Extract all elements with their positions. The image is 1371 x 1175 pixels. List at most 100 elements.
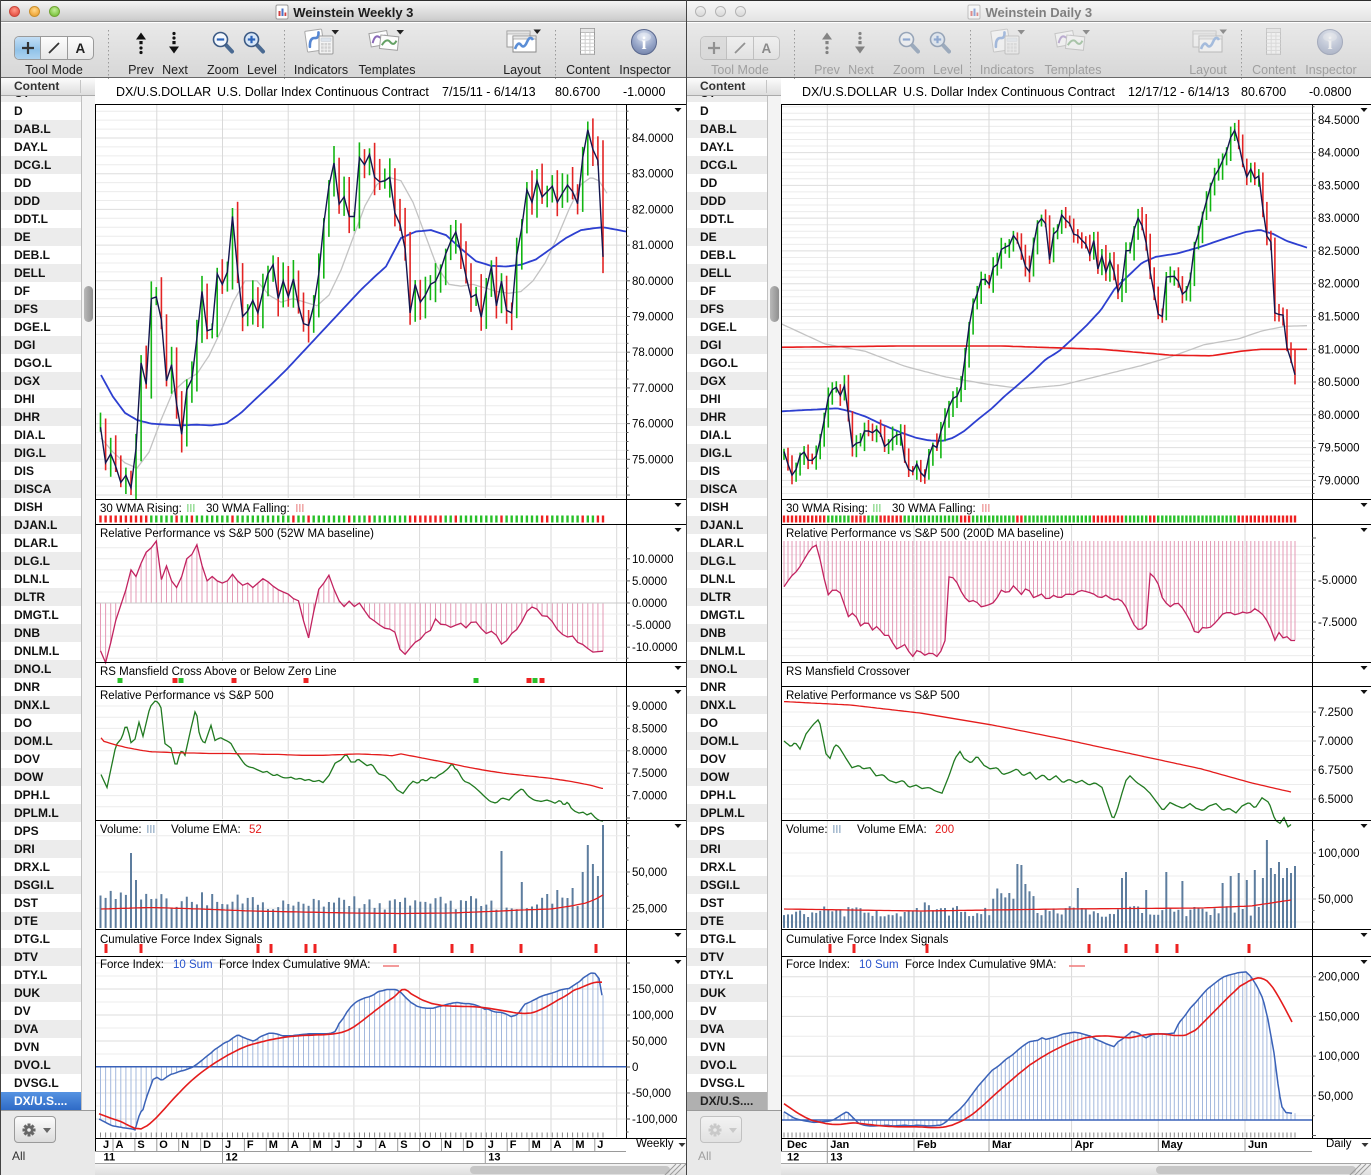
- svg-text:80.6700: 80.6700: [555, 85, 600, 99]
- svg-text:78.0000: 78.0000: [632, 347, 674, 359]
- svg-text:J: J: [356, 1139, 362, 1151]
- svg-text:-0.0800: -0.0800: [1309, 85, 1351, 99]
- svg-text:6.7500: 6.7500: [1318, 765, 1353, 777]
- svg-text:82.5000: 82.5000: [1318, 246, 1360, 258]
- svg-text:Volume:: Volume:: [100, 824, 142, 836]
- svg-text:Force Index Cumulative 9MA:: Force Index Cumulative 9MA:: [905, 959, 1056, 971]
- svg-text:J: J: [488, 1139, 494, 1151]
- svg-text:N: N: [181, 1139, 189, 1151]
- svg-text:52: 52: [249, 824, 262, 836]
- svg-text:A: A: [291, 1139, 299, 1151]
- svg-text:U.S. Dollar Index Continuous C: U.S. Dollar Index Continuous Contract: [217, 85, 429, 99]
- svg-text:J: J: [103, 1139, 109, 1151]
- svg-text:D: D: [203, 1139, 211, 1151]
- svg-text:D: D: [466, 1139, 474, 1151]
- svg-text:30 WMA Falling:: 30 WMA Falling:: [206, 503, 290, 515]
- svg-text:100,000: 100,000: [1318, 848, 1360, 860]
- svg-text:A: A: [554, 1139, 562, 1151]
- svg-text:Volume EMA:: Volume EMA:: [857, 824, 927, 836]
- svg-text:O: O: [422, 1139, 431, 1151]
- svg-text:10.0000: 10.0000: [632, 554, 674, 566]
- svg-text:J: J: [225, 1139, 231, 1151]
- svg-text:Volume:: Volume:: [786, 824, 828, 836]
- svg-text:-5.0000: -5.0000: [632, 620, 671, 632]
- svg-text:May: May: [1161, 1139, 1183, 1151]
- svg-text:79.0000: 79.0000: [632, 312, 674, 324]
- svg-text:80.5000: 80.5000: [1318, 377, 1360, 389]
- svg-text:-7.5000: -7.5000: [1318, 617, 1357, 629]
- svg-text:U.S. Dollar Index Continuous C: U.S. Dollar Index Continuous Contract: [903, 85, 1115, 99]
- svg-text:30 WMA Rising:: 30 WMA Rising:: [100, 503, 182, 515]
- svg-text:DX/U.S.DOLLAR: DX/U.S.DOLLAR: [116, 85, 211, 99]
- svg-text:J: J: [335, 1139, 341, 1151]
- svg-text:F: F: [247, 1139, 254, 1151]
- svg-text:80.0000: 80.0000: [1318, 410, 1360, 422]
- svg-text:Cumulative Force Index Signals: Cumulative Force Index Signals: [786, 934, 949, 946]
- svg-text:50,000: 50,000: [1318, 1091, 1353, 1103]
- svg-text:10 Sum: 10 Sum: [173, 959, 213, 971]
- svg-text:-10.0000: -10.0000: [632, 642, 677, 654]
- svg-text:-1.0000: -1.0000: [623, 85, 665, 99]
- svg-text:10 Sum: 10 Sum: [859, 959, 899, 971]
- svg-text:J: J: [597, 1139, 603, 1151]
- svg-text:100,000: 100,000: [632, 1010, 674, 1022]
- svg-text:76.0000: 76.0000: [632, 419, 674, 431]
- svg-text:i: i: [641, 33, 646, 53]
- svg-text:F: F: [510, 1139, 517, 1151]
- svg-text:Mar: Mar: [992, 1139, 1012, 1151]
- svg-text:50,000: 50,000: [1318, 894, 1353, 906]
- svg-text:79.5000: 79.5000: [1318, 443, 1360, 455]
- svg-text:M: M: [575, 1139, 584, 1151]
- svg-text:-5.0000: -5.0000: [1318, 575, 1357, 587]
- svg-text:Force Index:: Force Index:: [786, 959, 850, 971]
- svg-text:25,000: 25,000: [632, 903, 667, 915]
- svg-text:Force Index Cumulative 9MA:: Force Index Cumulative 9MA:: [219, 959, 370, 971]
- svg-text:S: S: [137, 1139, 144, 1151]
- svg-text:Cumulative Force Index Signals: Cumulative Force Index Signals: [100, 934, 263, 946]
- svg-text:5.0000: 5.0000: [632, 576, 667, 588]
- svg-text:7.5000: 7.5000: [632, 768, 667, 780]
- svg-text:12: 12: [787, 1152, 799, 1164]
- svg-text:82.0000: 82.0000: [1318, 279, 1360, 291]
- svg-text:12/17/12 - 6/14/13: 12/17/12 - 6/14/13: [1128, 85, 1230, 99]
- svg-text:M: M: [269, 1139, 278, 1151]
- svg-text:S: S: [400, 1139, 407, 1151]
- svg-text:-50,000: -50,000: [632, 1088, 671, 1100]
- svg-text:Daily: Daily: [1326, 1138, 1352, 1150]
- svg-text:50,000: 50,000: [632, 867, 667, 879]
- svg-text:75.0000: 75.0000: [632, 454, 674, 466]
- svg-text:7.0000: 7.0000: [1318, 736, 1353, 748]
- svg-text:84.0000: 84.0000: [632, 133, 674, 145]
- svg-text:200,000: 200,000: [1318, 972, 1360, 984]
- svg-text:7/15/11 - 6/14/13: 7/15/11 - 6/14/13: [442, 85, 536, 99]
- svg-text:Dec: Dec: [787, 1139, 807, 1151]
- svg-text:Relative Performance vs S&P 50: Relative Performance vs S&P 500: [100, 690, 274, 702]
- svg-text:81.0000: 81.0000: [1318, 344, 1360, 356]
- svg-text:82.0000: 82.0000: [632, 204, 674, 216]
- svg-text:M: M: [313, 1139, 322, 1151]
- svg-text:O: O: [159, 1139, 168, 1151]
- svg-text:30 WMA Falling:: 30 WMA Falling:: [892, 503, 976, 515]
- svg-text:Volume EMA:: Volume EMA:: [171, 824, 241, 836]
- svg-text:6.5000: 6.5000: [1318, 794, 1353, 806]
- svg-text:0: 0: [632, 1062, 638, 1074]
- svg-text:50,000: 50,000: [632, 1036, 667, 1048]
- svg-text:Relative Performance vs S&P 50: Relative Performance vs S&P 500 (200D MA…: [786, 528, 1064, 540]
- svg-text:M: M: [532, 1139, 541, 1151]
- svg-text:83.5000: 83.5000: [1318, 180, 1360, 192]
- svg-text:79.0000: 79.0000: [1318, 475, 1360, 487]
- svg-text:7.2500: 7.2500: [1318, 707, 1353, 719]
- svg-text:Relative Performance vs S&P 50: Relative Performance vs S&P 500: [786, 690, 960, 702]
- svg-text:Weekly: Weekly: [636, 1138, 674, 1150]
- svg-text:80.0000: 80.0000: [632, 276, 674, 288]
- svg-text:80.6700: 80.6700: [1241, 85, 1286, 99]
- svg-text:77.0000: 77.0000: [632, 383, 674, 395]
- svg-text:7.0000: 7.0000: [632, 791, 667, 803]
- svg-text:-100,000: -100,000: [632, 1114, 677, 1126]
- svg-text:13: 13: [830, 1152, 842, 1164]
- svg-text:81.0000: 81.0000: [632, 240, 674, 252]
- svg-text:150,000: 150,000: [1318, 1011, 1360, 1023]
- svg-text:84.0000: 84.0000: [1318, 148, 1360, 160]
- svg-text:150,000: 150,000: [632, 984, 674, 996]
- svg-text:81.5000: 81.5000: [1318, 312, 1360, 324]
